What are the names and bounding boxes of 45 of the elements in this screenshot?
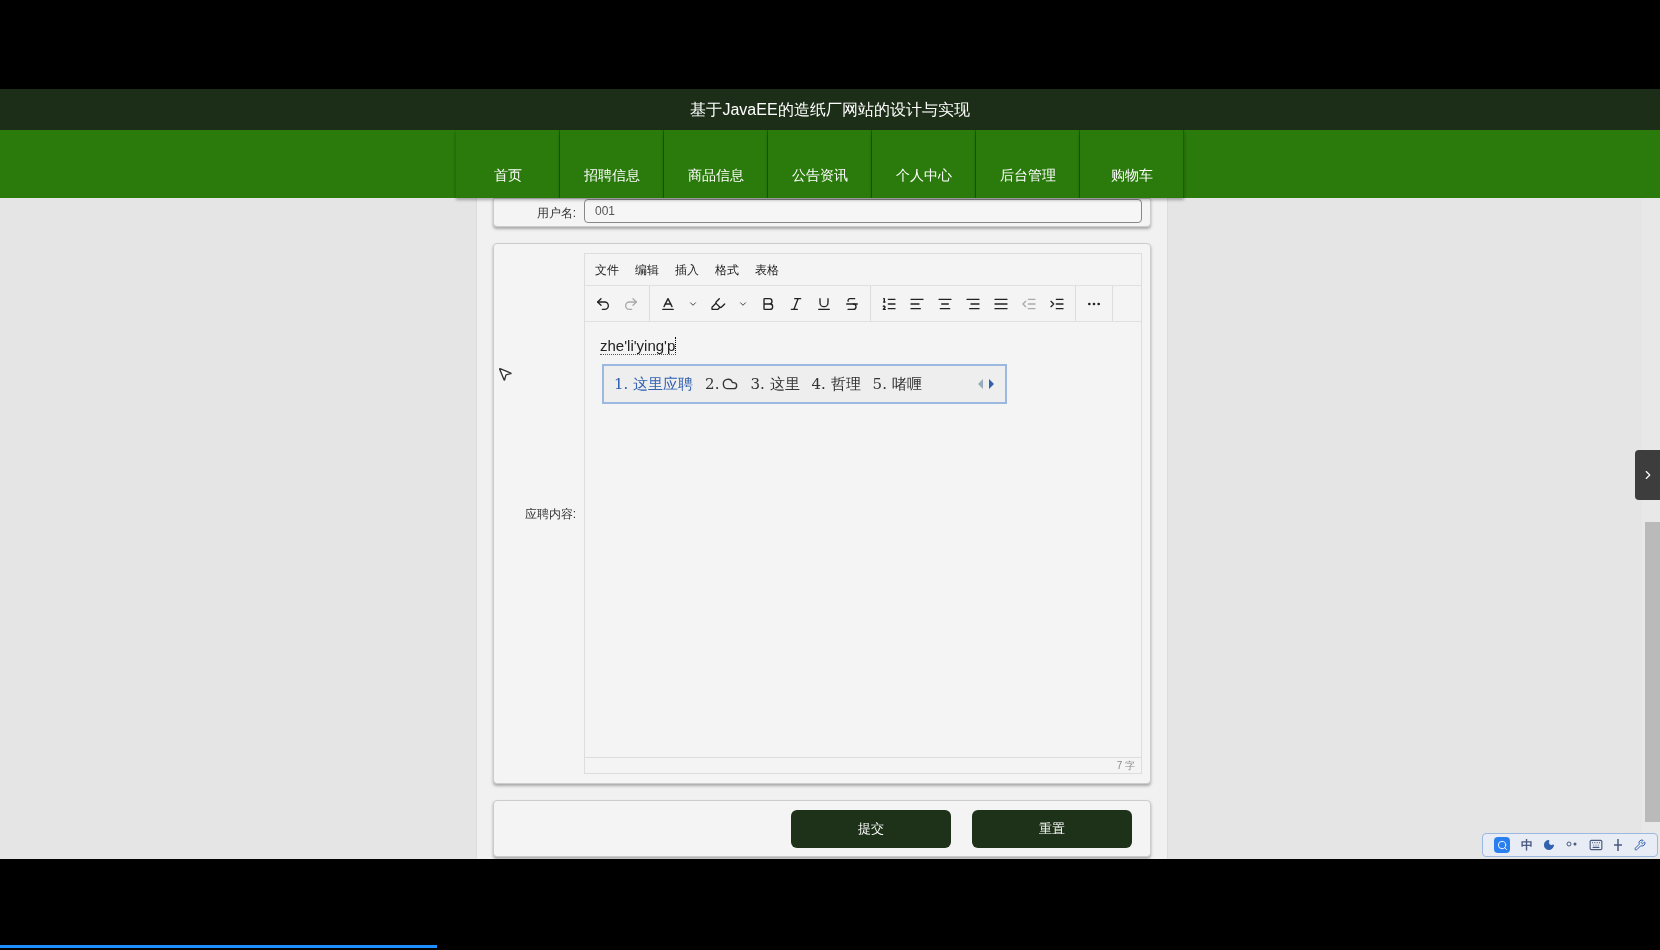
submit-button[interactable]: 提交 [791, 809, 951, 848]
ime-candidate[interactable]: 4. 哲理 [811, 372, 861, 396]
nav-tab[interactable]: 个人中心 [872, 130, 976, 198]
ime-candidate-index[interactable]: 2. [705, 372, 720, 396]
scrollbar-thumb[interactable] [1645, 522, 1660, 822]
menu-item[interactable]: 格式 [715, 260, 739, 279]
strikethrough-icon[interactable] [844, 295, 860, 312]
wrench-icon[interactable] [1633, 839, 1646, 851]
content-label: 应聘内容: [524, 505, 576, 523]
nav-tab[interactable]: 购物车 [1080, 130, 1184, 198]
site-title: 基于JavaEE的造纸厂网站的设计与实现 [690, 99, 970, 120]
underline-icon[interactable] [816, 295, 832, 312]
moon-icon[interactable] [1543, 839, 1556, 851]
nav-tab[interactable]: 招聘信息 [560, 130, 664, 198]
editor-text: zhe'li'ying'p [600, 337, 677, 355]
rich-text-editor[interactable]: 文件 编辑 插入 格式 表格 zhe'li'ying'p 1. 这里应聘 2. 3. 这里 4. 哲理 5. 啫喱 7 字 [584, 253, 1142, 774]
text-color-icon[interactable] [660, 295, 676, 312]
side-toggle-button[interactable] [1635, 450, 1660, 500]
ime-candidate[interactable]: 3. 这里 [750, 372, 800, 396]
nav-tab[interactable]: 商品信息 [664, 130, 768, 198]
page-arrows-icon[interactable] [977, 378, 995, 390]
nav-tab[interactable]: 公告资讯 [768, 130, 872, 198]
nav-tab[interactable]: 后台管理 [976, 130, 1080, 198]
word-count: 7 字 [1116, 759, 1135, 773]
keyboard-icon[interactable] [1588, 838, 1603, 852]
undo-icon[interactable] [595, 295, 611, 312]
input-mode[interactable]: 中 [1520, 836, 1533, 854]
menu-item[interactable]: 文件 [595, 260, 619, 279]
username-field[interactable]: 001 [584, 199, 1142, 223]
cloud-icon[interactable] [722, 376, 739, 392]
ime-candidate[interactable]: 5. 啫喱 [872, 372, 922, 396]
menu-item[interactable]: 表格 [755, 260, 779, 279]
highlighter-icon[interactable] [710, 295, 726, 312]
nav-tab[interactable]: 首页 [456, 130, 560, 198]
reset-button[interactable]: 重置 [972, 809, 1132, 848]
bold-icon[interactable] [760, 295, 776, 312]
mouse-cursor-icon [497, 366, 513, 382]
ime-toolbar[interactable]: 中 [1482, 833, 1658, 857]
punctuation-icon[interactable] [1565, 841, 1578, 849]
ime-candidate[interactable]: 1. 这里应聘 [614, 372, 694, 396]
search-icon[interactable] [1496, 839, 1508, 851]
username-label: 用户名: [535, 204, 577, 222]
italic-icon[interactable] [788, 295, 804, 312]
menu-item[interactable]: 编辑 [635, 260, 659, 279]
menu-item[interactable]: 插入 [675, 260, 699, 279]
